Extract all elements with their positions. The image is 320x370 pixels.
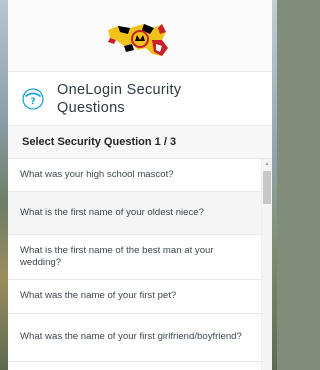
help-question-icon: ? xyxy=(22,87,44,110)
svg-text:?: ? xyxy=(30,97,35,107)
question-step-label: Select Security Question 1 / 3 xyxy=(8,126,272,159)
question-option[interactable]: What was your high school mascot? xyxy=(8,159,272,192)
question-text: What is the first name of your oldest ni… xyxy=(20,206,204,218)
question-text: What was the name of your first pet? xyxy=(20,290,177,302)
background-left xyxy=(0,0,8,370)
page-header: ? OneLogin Security Questions xyxy=(8,72,272,126)
page-title: OneLogin Security Questions xyxy=(57,81,182,116)
question-option[interactable]: What was the name of your first girlfrie… xyxy=(8,314,272,362)
question-option[interactable]: What is the first name of your oldest ni… xyxy=(8,192,272,235)
maryland-flag-logo xyxy=(108,23,168,56)
scrollbar-thumb[interactable] xyxy=(263,171,271,204)
question-option[interactable]: What was the name of your first pet? xyxy=(8,280,272,314)
question-text: What is the first name of the best man a… xyxy=(20,244,214,269)
question-text: What was your high school mascot? xyxy=(20,168,174,180)
question-list[interactable]: What was your high school mascot? What i… xyxy=(8,159,272,370)
question-text: What was the name of your first girlfrie… xyxy=(20,331,242,343)
question-option[interactable]: What is the first name of the best man a… xyxy=(8,235,272,280)
chevron-up-icon[interactable]: ▲ xyxy=(262,159,272,169)
question-option[interactable] xyxy=(8,362,272,370)
security-questions-panel: ? OneLogin Security Questions Select Sec… xyxy=(8,0,272,370)
logo-area xyxy=(8,0,272,72)
background-right xyxy=(272,0,277,370)
scrollbar[interactable]: ▲ xyxy=(261,159,272,370)
